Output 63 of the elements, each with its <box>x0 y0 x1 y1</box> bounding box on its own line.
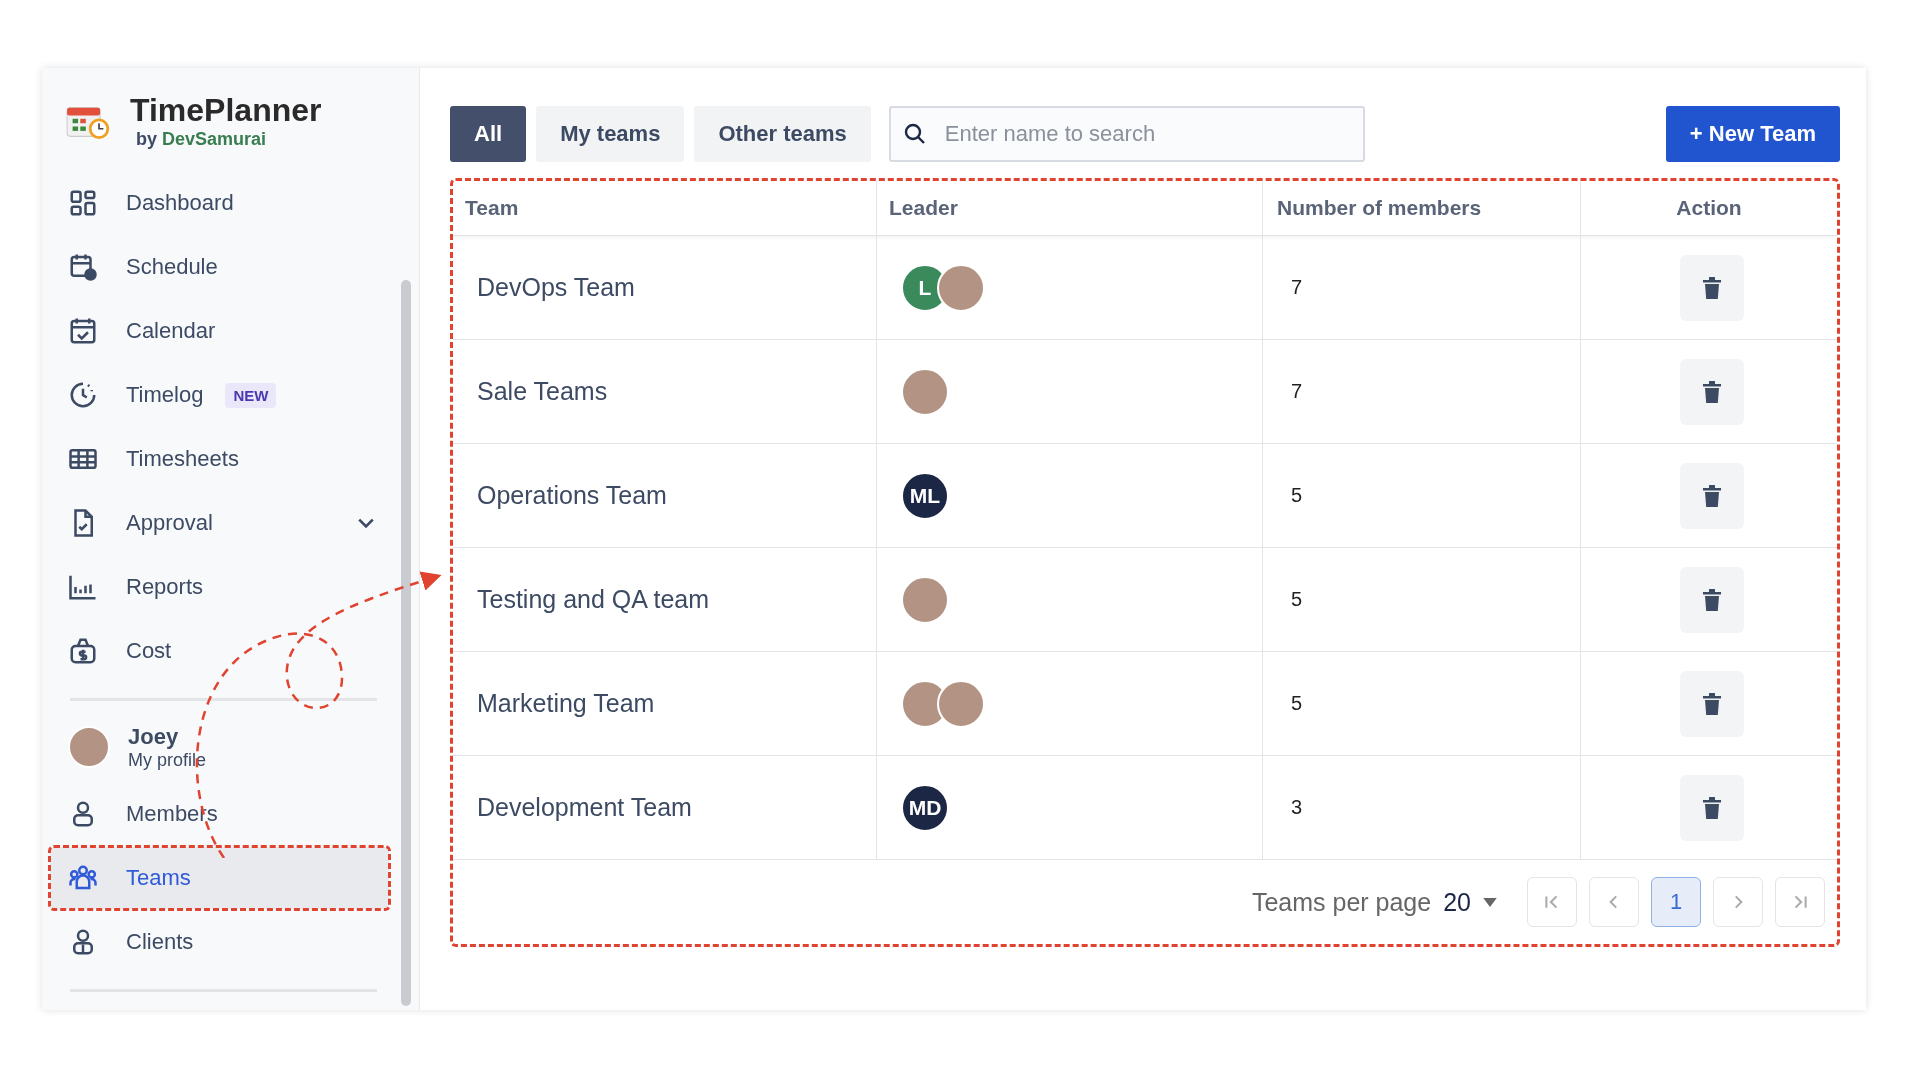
team-name: DevOps Team <box>477 273 635 302</box>
nav-item[interactable]: Dashboard <box>50 172 389 234</box>
delete-button[interactable] <box>1680 358 1744 425</box>
team-name: Development Team <box>477 793 692 822</box>
nav-item[interactable]: Clients <box>50 911 389 973</box>
profile-name: Joey <box>128 723 180 750</box>
nav-item[interactable]: Schedule <box>50 236 389 298</box>
column-header: Action <box>1676 196 1742 220</box>
trash-icon <box>1702 483 1722 508</box>
nav-item[interactable]: Cost <box>50 620 389 682</box>
delete-button[interactable] <box>1680 462 1744 529</box>
filter-tab[interactable]: My teams <box>536 106 685 162</box>
calendar-check-icon <box>68 316 98 346</box>
clock-icon <box>68 380 98 410</box>
search-icon <box>902 122 927 146</box>
trash-icon <box>1702 379 1722 404</box>
filter-tab[interactable]: All <box>450 106 527 162</box>
new-team-button[interactable]: + New Team <box>1665 106 1840 162</box>
delete-button[interactable] <box>1680 254 1744 321</box>
team-name: Sale Teams <box>477 377 608 406</box>
trash-icon <box>1702 275 1722 300</box>
per-page-label: Teams per page <box>1251 887 1432 917</box>
team-name: Marketing Team <box>477 689 655 718</box>
column-header: Number of members <box>1277 196 1482 220</box>
caret-icon <box>1483 897 1497 907</box>
member-count: 7 <box>1290 276 1303 299</box>
nav-item[interactable]: Timelog NEW <box>50 364 389 426</box>
app-name: TimePlanner <box>130 92 322 129</box>
column-header: Leader <box>889 196 958 220</box>
nav-item[interactable]: Members <box>50 783 389 845</box>
search-field[interactable]: Enter name to search <box>888 106 1365 162</box>
nav-item[interactable]: Teams <box>50 847 389 909</box>
member-count: 5 <box>1290 692 1303 715</box>
delete-button[interactable] <box>1680 774 1744 841</box>
delete-button[interactable] <box>1680 566 1744 633</box>
filter-tab[interactable]: Other teams <box>694 106 871 162</box>
trash-icon <box>1702 795 1722 820</box>
column-header: Team <box>465 196 519 220</box>
per-page-select[interactable]: 20 <box>1443 887 1497 917</box>
vendor-credit: by DevSamurai <box>135 129 268 150</box>
member-count: 5 <box>1290 484 1303 507</box>
team-name: Testing and QA team <box>477 585 710 614</box>
new-badge: NEW <box>225 382 277 408</box>
avatar-photo <box>68 726 110 768</box>
delete-button[interactable] <box>1680 670 1744 737</box>
calendar-plus-icon <box>68 252 98 282</box>
nav-item[interactable]: Approval <box>50 492 389 554</box>
profile-link[interactable]: My profile <box>128 749 207 771</box>
scrollbar[interactable] <box>401 280 411 1006</box>
member-count: 3 <box>1290 796 1303 819</box>
trash-icon <box>1702 691 1722 716</box>
member-count: 7 <box>1290 380 1303 403</box>
initials-avatar: ML <box>901 471 949 520</box>
page-button[interactable]: 1 <box>1651 877 1701 927</box>
team-name: Operations Team <box>477 481 667 510</box>
member-count: 5 <box>1290 588 1303 611</box>
money-bag-icon <box>68 636 98 666</box>
trash-icon <box>1702 587 1722 612</box>
nav-item[interactable]: Calendar <box>50 300 389 362</box>
nav-item[interactable]: Reports <box>50 556 389 618</box>
nav-item[interactable]: Timesheets <box>50 428 389 490</box>
initials-avatar: MD <box>901 783 949 832</box>
dashboard-icon <box>68 188 98 218</box>
